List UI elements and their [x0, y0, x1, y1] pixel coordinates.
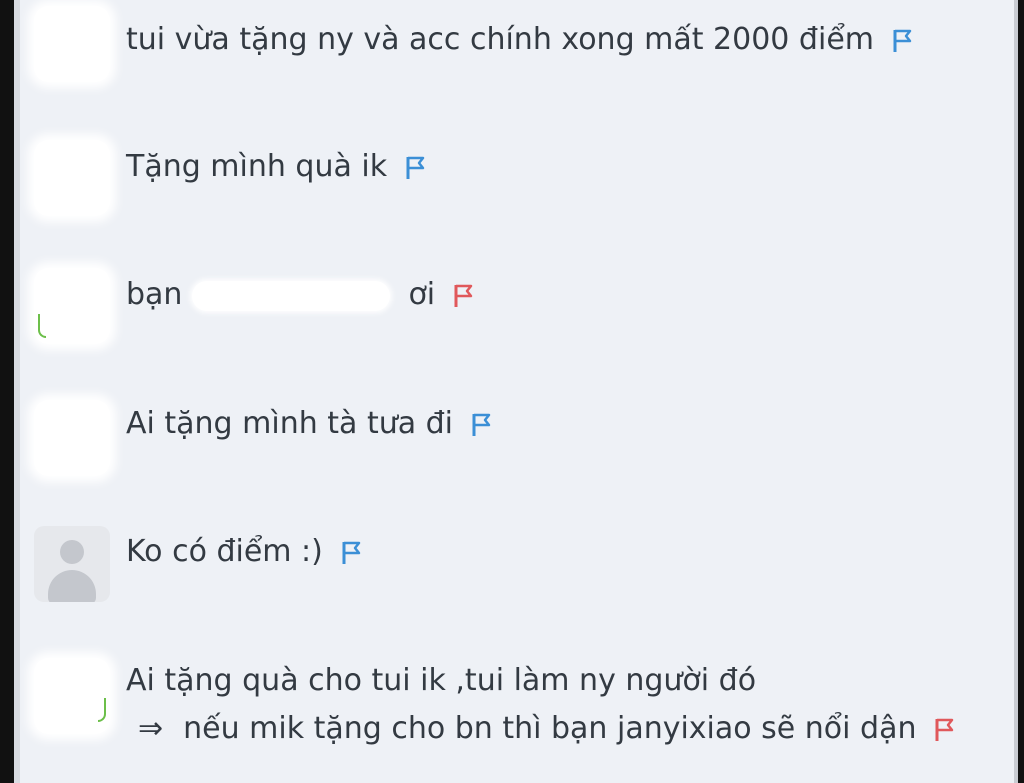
reply-line: ⇒ nếu mik tặng cho bn thì bạn janyixiao s… [138, 710, 956, 748]
comment-text: Ai tặng mình tà tưa đi [126, 406, 454, 441]
avatar[interactable] [34, 400, 110, 476]
comment-body: Ko có điểm :) [126, 533, 363, 571]
avatar[interactable] [34, 268, 110, 344]
avatar[interactable] [34, 658, 110, 734]
comment-text: Ai tặng quà cho tui ik ,tui làm ny người… [126, 663, 757, 698]
comment-text: tui vừa tặng ny và acc chính xong mất 20… [126, 22, 874, 57]
left-border [0, 0, 20, 783]
reply-arrow-icon: ⇒ [138, 711, 164, 746]
comment-text-after: ơi [408, 277, 436, 312]
comment-body: Tặng mình quà ik [126, 148, 427, 186]
flag-icon[interactable] [453, 283, 475, 309]
comment-body: Ai tặng quà cho tui ik ,tui làm ny người… [126, 662, 756, 700]
default-avatar-icon[interactable] [34, 526, 110, 602]
reply-text: nếu mik tặng cho bn thì bạn janyixiao sẽ… [183, 711, 917, 746]
flag-icon[interactable] [934, 717, 956, 743]
comment-text-before: bạn [126, 277, 183, 312]
comment-body: tui vừa tặng ny và acc chính xong mất 20… [126, 21, 914, 59]
avatar-frame-mark [38, 314, 46, 338]
comment-text: Ko có điểm :) [126, 534, 323, 569]
avatar[interactable] [34, 6, 110, 82]
right-border [1014, 0, 1024, 783]
flag-icon[interactable] [471, 412, 493, 438]
comment-thread: tui vừa tặng ny và acc chính xong mất 20… [0, 0, 1024, 783]
comment-text: Tặng mình quà ik [126, 149, 388, 184]
comment-body: Ai tặng mình tà tưa đi [126, 405, 493, 443]
flag-icon[interactable] [405, 155, 427, 181]
redacted-username [192, 280, 391, 311]
flag-icon[interactable] [892, 28, 914, 54]
avatar[interactable] [34, 140, 110, 216]
avatar-frame-mark [98, 698, 106, 722]
flag-icon[interactable] [341, 540, 363, 566]
comment-body: bạn ơi [126, 276, 475, 314]
